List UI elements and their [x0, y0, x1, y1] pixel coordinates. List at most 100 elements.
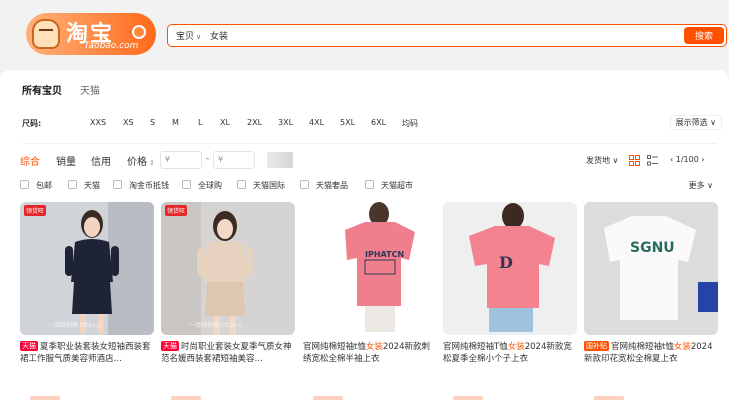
- quick-filters: 包邮 天猫 淘金币抵钱 全球购 天猫国际 天猫奢品 天猫超市 更多 ∨: [20, 180, 725, 194]
- checkbox-label: 淘金币抵钱: [129, 181, 169, 190]
- tab-all-items[interactable]: 所有宝贝: [22, 82, 62, 97]
- product-image[interactable]: SGNU: [584, 202, 718, 335]
- checkbox-taojinbi[interactable]: 淘金币抵钱: [113, 180, 169, 191]
- product-title[interactable]: 天猫 夏季职业装套装女短袖西装套裙工作服气质美容师酒店…: [20, 341, 154, 365]
- product-title[interactable]: 官网纯棉短袖T恤女装2024新款宽松夏季全棉小个子上衣: [443, 341, 577, 365]
- list-view-icon[interactable]: [647, 155, 658, 166]
- checkbox-label: 天猫奢品: [316, 181, 348, 190]
- checkbox-box: [20, 180, 29, 189]
- product-image[interactable]: 领货旺 一缀绮视频 https://...: [161, 202, 295, 335]
- image-tag: 领货旺: [165, 205, 188, 216]
- checkbox-tmall-intl[interactable]: 天猫国际: [237, 180, 285, 191]
- size-option[interactable]: 均码: [402, 118, 418, 129]
- checkbox-box: [237, 180, 246, 189]
- sort-price[interactable]: 价格 ⇕: [127, 153, 155, 168]
- header: 淘宝 Taobao.com 宝贝∨ 搜索: [0, 0, 729, 70]
- product-card[interactable]: IPHATCN 官网纯棉短袖t恤女装2024新款刺绣宽松全棉半袖上衣: [303, 202, 437, 400]
- checkbox-box: [300, 180, 309, 189]
- size-option[interactable]: XS: [123, 118, 134, 127]
- more-filters-button[interactable]: 更多 ∨: [689, 180, 713, 191]
- product-image[interactable]: IPHATCN: [303, 202, 437, 335]
- product-title-text: 官网纯棉短袖t恤: [611, 342, 674, 352]
- white-tshirt-icon: SGNU: [584, 202, 718, 335]
- logo-subtext: Taobao.com: [84, 41, 139, 51]
- size-filter: 尺码: XXS XS S M L XL 2XL 3XL 4XL 5XL 6XL …: [22, 115, 722, 132]
- page-indicator: 1/100: [675, 155, 699, 164]
- product-price: [313, 396, 343, 400]
- search-button[interactable]: 搜索: [684, 27, 724, 44]
- product-card[interactable]: 领货旺 一缀绮视频 https://... 天猫 夏季职业装套装女短袖西装套裙工作…: [20, 202, 154, 400]
- product-price: [594, 396, 624, 400]
- price-confirm-button[interactable]: [267, 152, 293, 168]
- price-min-input[interactable]: ¥: [160, 151, 202, 169]
- size-option[interactable]: 2XL: [247, 118, 262, 127]
- more-filters-label: 更多: [688, 181, 705, 190]
- checkbox-label: 全球购: [198, 181, 222, 190]
- checkbox-label: 天猫: [84, 181, 100, 190]
- size-option[interactable]: XXS: [90, 118, 106, 127]
- size-option[interactable]: 6XL: [371, 118, 386, 127]
- size-option[interactable]: 3XL: [278, 118, 293, 127]
- product-image[interactable]: 领货旺 一缀绮视频 https://...: [20, 202, 154, 335]
- ship-from-label: 发货地: [586, 156, 610, 165]
- svg-text:D: D: [499, 253, 513, 272]
- image-watermark: 一缀绮视频 https://...: [189, 322, 249, 329]
- size-option[interactable]: L: [198, 118, 202, 127]
- keyword-highlight: 女装: [365, 342, 383, 352]
- checkbox-tmall-luxury[interactable]: 天猫奢品: [300, 180, 348, 191]
- product-title-text: 官网纯棉短袖t恤: [303, 342, 366, 352]
- product-title[interactable]: 国补贴 官网纯棉短袖t恤女装2024新款印花宽松全棉夏上衣: [584, 341, 718, 365]
- pager: ‹ 1/100 ›: [670, 155, 705, 164]
- divider: [22, 143, 717, 144]
- size-option[interactable]: S: [150, 118, 155, 127]
- price-max-input[interactable]: ¥: [213, 151, 255, 169]
- tab-tmall[interactable]: 天猫: [80, 82, 100, 97]
- size-option[interactable]: M: [172, 118, 179, 127]
- keyword-highlight: 女装: [507, 342, 525, 352]
- sort-bar: 综合 销量 信用 价格 ⇕ ¥ - ¥ 发货地 ∨ ‹ 1/100 ›: [20, 150, 725, 172]
- sort-sales[interactable]: 销量: [56, 153, 76, 168]
- product-card[interactable]: D 官网纯棉短袖T恤女装2024新款宽松夏季全棉小个子上衣: [443, 202, 577, 400]
- product-price: [30, 396, 60, 400]
- size-option[interactable]: 5XL: [340, 118, 355, 127]
- checkbox-tmall[interactable]: 天猫: [68, 180, 100, 191]
- search-input[interactable]: [210, 28, 680, 43]
- checkbox-global[interactable]: 全球购: [182, 180, 222, 191]
- size-option[interactable]: 4XL: [309, 118, 324, 127]
- checkbox-box: [365, 180, 374, 189]
- grid-view-icon[interactable]: [629, 155, 640, 166]
- product-title[interactable]: 天猫 时尚职业套装女夏季气质女神范名媛西装套裙短袖美容…: [161, 341, 295, 365]
- checkbox-free-shipping[interactable]: 包邮: [20, 180, 52, 191]
- subsidy-badge: 国补贴: [584, 341, 609, 351]
- display-filter-button[interactable]: 展示筛选 ∨: [669, 115, 722, 130]
- ship-from-select[interactable]: 发货地 ∨: [586, 155, 618, 166]
- prev-page-icon[interactable]: ‹: [670, 155, 673, 164]
- product-card[interactable]: SGNU 国补贴 官网纯棉短袖t恤女装2024新款印花宽松全棉夏上衣: [584, 202, 718, 400]
- product-title[interactable]: 官网纯棉短袖t恤女装2024新款刺绣宽松全棉半袖上衣: [303, 341, 437, 365]
- product-title-text: 时尚职业套装女夏季气质女神范名媛西装套裙短袖美容…: [161, 342, 292, 364]
- chevron-down-icon: ∨: [710, 118, 716, 127]
- next-page-icon[interactable]: ›: [701, 155, 704, 164]
- product-title-text: 官网纯棉短袖T恤: [443, 342, 508, 352]
- taobao-logo[interactable]: 淘宝 Taobao.com: [26, 13, 156, 55]
- checkbox-tmall-supermarket[interactable]: 天猫超市: [365, 180, 413, 191]
- search-scope-label: 宝贝: [176, 32, 195, 42]
- product-card[interactable]: 领货旺 一缀绮视频 https://... 天猫 时尚职业套装女夏季气质女神范名媛…: [161, 202, 295, 400]
- display-filter-label: 展示筛选: [675, 118, 708, 127]
- checkbox-label: 天猫国际: [253, 181, 285, 190]
- checkbox-box: [182, 180, 191, 189]
- sort-credit[interactable]: 信用: [91, 153, 111, 168]
- product-price: [453, 396, 483, 400]
- search-scope-select[interactable]: 宝贝 ∨: [176, 29, 201, 42]
- checkbox-label: 天猫超市: [381, 181, 413, 190]
- checkbox-box: [113, 180, 122, 189]
- svg-text:SGNU: SGNU: [630, 240, 675, 256]
- chevron-down-icon: ∨: [196, 33, 202, 41]
- product-image[interactable]: D: [443, 202, 577, 335]
- sort-price-label: 价格: [127, 157, 147, 168]
- chevron-down-icon: ∨: [612, 156, 619, 165]
- search-bar: 宝贝∨ 搜索: [167, 24, 727, 47]
- size-option[interactable]: XL: [220, 118, 230, 127]
- sort-comprehensive[interactable]: 综合: [20, 153, 40, 168]
- svg-text:IPHATCN: IPHATCN: [365, 250, 404, 259]
